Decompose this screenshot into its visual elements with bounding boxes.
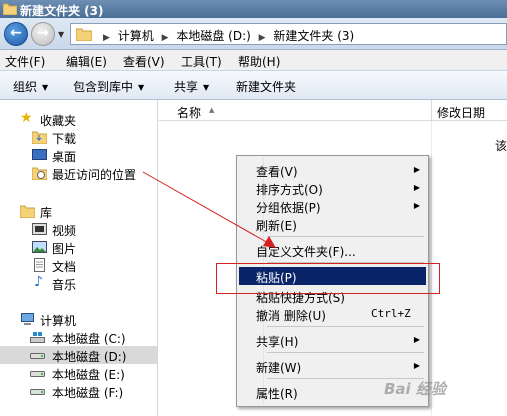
back-arrow-icon: ←	[10, 25, 22, 41]
share-button[interactable]: 共享 ▼	[174, 78, 209, 95]
chevron-right-icon[interactable]: ▶	[259, 33, 266, 43]
chevron-right-icon: ▶	[413, 201, 420, 210]
nav-recent-places[interactable]: 最近访问的位置	[0, 164, 158, 182]
picture-icon	[32, 241, 47, 253]
menu-separator	[267, 262, 424, 263]
drive-icon	[30, 389, 45, 395]
system-drive-icon	[30, 332, 45, 343]
menu-separator	[267, 236, 424, 237]
menu-separator	[267, 326, 424, 327]
nav-videos[interactable]: 视频	[0, 220, 158, 238]
menu-item-view[interactable]: 查看(V) ▶	[239, 161, 426, 179]
column-divider[interactable]	[431, 100, 432, 121]
nav-computer[interactable]: 计算机	[0, 310, 158, 328]
menu-bar: 文件(F) 编辑(E) 查看(V) 工具(T) 帮助(H)	[0, 50, 507, 70]
recent-places-icon	[32, 167, 47, 180]
breadcrumb-drive-d[interactable]: 本地磁盘 (D:)	[176, 29, 250, 43]
nav-pictures[interactable]: 图片	[0, 238, 158, 256]
nav-drive-f[interactable]: 本地磁盘 (F:)	[0, 382, 158, 400]
document-icon	[34, 258, 45, 272]
desktop-icon	[32, 149, 47, 160]
nav-music[interactable]: ♪ 音乐	[0, 274, 158, 292]
column-date-modified[interactable]: 修改日期	[437, 104, 485, 121]
menu-item-paste-shortcut[interactable]: 粘贴快捷方式(S)	[239, 287, 426, 305]
nav-favorites[interactable]: ★ 收藏夹	[0, 110, 158, 128]
include-in-library-button[interactable]: 包含到库中 ▼	[73, 78, 144, 95]
chevron-down-icon: ▼	[203, 83, 210, 92]
computer-icon	[21, 313, 34, 325]
chevron-down-icon: ▼	[42, 83, 49, 92]
folder-icon	[3, 3, 17, 15]
nav-desktop[interactable]: 桌面	[0, 146, 158, 164]
folder-icon	[76, 28, 92, 41]
navigation-pane: ★ 收藏夹 下载 桌面 最近访问的位置 库 视频 图片 文档 ♪ 音乐 计算机 …	[0, 100, 158, 416]
music-icon: ♪	[34, 274, 43, 290]
nav-drive-c[interactable]: 本地磁盘 (C:)	[0, 328, 158, 346]
address-bar-area: ← → ▼ ▶ 计算机 ▶ 本地磁盘 (D:) ▶ 新建文件夹 (3)	[0, 18, 507, 50]
title-bar: 新建文件夹 (3)	[0, 0, 507, 18]
nav-drive-d[interactable]: 本地磁盘 (D:)	[0, 346, 158, 364]
menu-item-paste[interactable]: 粘贴(P)	[239, 267, 426, 285]
menu-file[interactable]: 文件(F)	[5, 53, 45, 70]
context-menu: 查看(V) ▶ 排序方式(O) ▶ 分组依据(P) ▶ 刷新(E) 自定义文件夹…	[236, 155, 429, 407]
chevron-right-icon: ▶	[413, 361, 420, 370]
menu-item-customize-folder[interactable]: 自定义文件夹(F)...	[239, 241, 426, 259]
forward-button[interactable]: →	[31, 22, 55, 46]
back-button[interactable]: ←	[4, 22, 28, 46]
chevron-right-icon[interactable]: ▶	[162, 33, 169, 43]
downloads-folder-icon	[32, 131, 47, 144]
column-header: 名称 ▲ 修改日期	[159, 100, 507, 121]
breadcrumb-current-folder[interactable]: 新建文件夹 (3)	[273, 29, 354, 43]
forward-arrow-icon: →	[37, 25, 49, 41]
column-name[interactable]: 名称	[177, 104, 201, 121]
menu-item-refresh[interactable]: 刷新(E)	[239, 215, 426, 233]
chevron-down-icon: ▼	[138, 83, 145, 92]
menu-item-undo-delete[interactable]: 撤消 删除(U) Ctrl+Z	[239, 305, 426, 323]
nav-documents[interactable]: 文档	[0, 256, 158, 274]
sort-up-icon: ▲	[209, 106, 215, 114]
watermark-logo: Bai 经验	[384, 372, 507, 412]
chevron-right-icon: ▶	[413, 183, 420, 192]
window-title: 新建文件夹 (3)	[20, 4, 104, 18]
address-field[interactable]: ▶ 计算机 ▶ 本地磁盘 (D:) ▶ 新建文件夹 (3)	[70, 23, 507, 45]
menu-tools[interactable]: 工具(T)	[181, 53, 222, 70]
watermark-text: Bai 经验	[384, 380, 446, 398]
chevron-right-icon: ▶	[413, 165, 420, 174]
menu-item-group-by[interactable]: 分组依据(P) ▶	[239, 197, 426, 215]
menu-edit[interactable]: 编辑(E)	[66, 53, 107, 70]
drive-icon	[30, 353, 45, 359]
menu-help[interactable]: 帮助(H)	[238, 53, 280, 70]
breadcrumb: ▶ 计算机 ▶ 本地磁盘 (D:) ▶ 新建文件夹 (3)	[99, 27, 354, 44]
nav-downloads[interactable]: 下载	[0, 128, 158, 146]
drive-icon	[30, 371, 45, 377]
empty-folder-text: 该	[495, 139, 507, 153]
nav-drive-e[interactable]: 本地磁盘 (E:)	[0, 364, 158, 382]
library-icon	[20, 205, 35, 218]
nav-libraries[interactable]: 库	[0, 202, 158, 220]
star-icon: ★	[20, 110, 33, 126]
command-bar: 组织 ▼ 包含到库中 ▼ 共享 ▼ 新建文件夹	[0, 70, 507, 100]
new-folder-button[interactable]: 新建文件夹	[236, 78, 296, 95]
chevron-right-icon: ▶	[413, 335, 420, 344]
menu-item-share[interactable]: 共享(H) ▶	[239, 331, 426, 349]
chevron-right-icon: ▶	[103, 33, 110, 43]
menu-separator	[267, 352, 424, 353]
recent-pages-dropdown-icon[interactable]: ▼	[58, 30, 64, 39]
menu-view[interactable]: 查看(V)	[123, 53, 165, 70]
organize-button[interactable]: 组织 ▼	[13, 78, 48, 95]
video-icon	[32, 223, 47, 235]
breadcrumb-computer[interactable]: 计算机	[118, 29, 154, 43]
menu-item-sort-by[interactable]: 排序方式(O) ▶	[239, 179, 426, 197]
shortcut-label: Ctrl+Z	[371, 307, 411, 320]
